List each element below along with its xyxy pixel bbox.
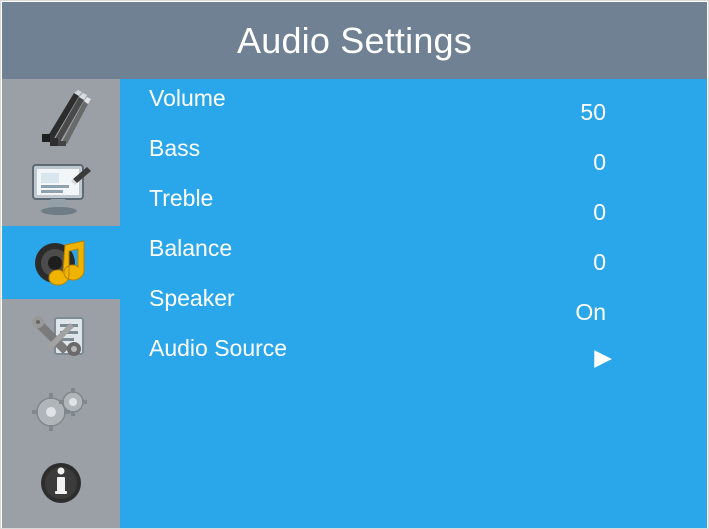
audio-source-label: Audio Source: [149, 335, 288, 361]
balance-label: Balance: [149, 235, 233, 261]
page-title: Audio Settings: [237, 19, 472, 61]
volume-row[interactable]: Volume 50: [120, 79, 707, 127]
speaker-music-icon: [26, 232, 96, 294]
speaker-value: On: [575, 299, 606, 325]
bass-row[interactable]: Bass 0: [120, 129, 707, 177]
volume-value: 50: [580, 99, 606, 125]
balance-value: 0: [593, 249, 606, 275]
bass-label: Bass: [149, 135, 201, 161]
audio-source-row[interactable]: Audio Source ▶: [120, 329, 707, 377]
treble-label: Treble: [149, 185, 214, 211]
sidebar-item-info[interactable]: [2, 446, 120, 519]
tools-icon: [25, 304, 97, 368]
monitor-icon: [25, 157, 97, 221]
treble-row[interactable]: Treble 0: [120, 179, 707, 227]
volume-label: Volume: [149, 85, 226, 111]
header-bar: Audio Settings: [2, 2, 707, 79]
speaker-row[interactable]: Speaker On: [120, 279, 707, 327]
osd-window: Audio Settings Volume 50 Bass 0 Treble 0…: [0, 0, 709, 529]
bass-value: 0: [593, 149, 606, 175]
info-icon: [26, 451, 96, 515]
sidebar-item-setup[interactable]: [2, 299, 120, 372]
audio-source-arrow-icon: ▶: [594, 344, 612, 370]
paintbrush-icon: [26, 86, 96, 146]
category-sidebar: [2, 79, 120, 528]
gears-icon: [25, 378, 97, 442]
balance-row[interactable]: Balance 0: [120, 229, 707, 277]
sidebar-item-audio[interactable]: [2, 226, 120, 299]
audio-settings-panel: Volume 50 Bass 0 Treble 0 Balance 0 Spea…: [120, 79, 707, 528]
sidebar-item-advanced[interactable]: [2, 373, 120, 446]
sidebar-item-picture[interactable]: [2, 79, 120, 152]
sidebar-item-display[interactable]: [2, 152, 120, 225]
treble-value: 0: [593, 199, 606, 225]
speaker-label: Speaker: [149, 285, 235, 311]
